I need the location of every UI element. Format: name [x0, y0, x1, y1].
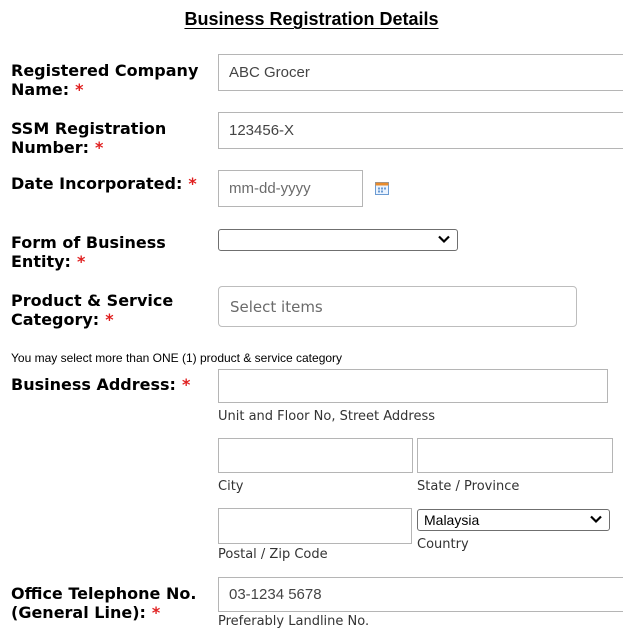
postal-code-input[interactable]: [218, 508, 412, 544]
telephone-label-line1: Office Telephone No.: [11, 584, 197, 603]
city-caption: City: [218, 479, 244, 494]
ssm-number-label: SSM Registration Number: *: [11, 119, 166, 157]
required-marker: *: [105, 310, 114, 329]
company-name-label-line2: Name:: [11, 80, 70, 99]
city-input[interactable]: [218, 438, 413, 473]
business-entity-label-line2: Entity:: [11, 252, 71, 271]
page-title: Business Registration Details: [184, 9, 439, 29]
company-name-label: Registered Company Name: *: [11, 61, 198, 99]
telephone-caption: Preferably Landline No.: [218, 614, 370, 629]
street-address-caption: Unit and Floor No, Street Address: [218, 409, 436, 424]
business-entity-select[interactable]: [218, 229, 458, 251]
state-input[interactable]: [417, 438, 613, 473]
date-placeholder: mm-dd-yyyy: [229, 180, 311, 197]
business-entity-label: Form of Business Entity: *: [11, 233, 166, 271]
telephone-label: Office Telephone No. (General Line): *: [11, 584, 196, 622]
state-caption: State / Province: [417, 479, 520, 494]
ssm-number-label-line1: SSM Registration: [11, 119, 167, 138]
category-label-line1: Product & Service: [11, 291, 174, 310]
company-name-input[interactable]: ABC Grocer: [218, 54, 623, 91]
chevron-down-icon: [438, 235, 450, 244]
category-note: You may select more than ONE (1) product…: [11, 351, 343, 365]
country-select[interactable]: Malaysia: [417, 509, 610, 531]
category-label-line2: Category:: [11, 310, 100, 329]
date-incorporated-label: Date Incorporated: *: [11, 174, 197, 193]
category-multiselect[interactable]: Select items: [218, 286, 577, 327]
telephone-label-line2: (General Line):: [11, 603, 146, 622]
required-marker: *: [76, 252, 86, 271]
ssm-number-value: 123456-X: [229, 122, 295, 139]
required-marker: *: [188, 174, 197, 193]
company-name-label-line1: Registered Company: [11, 61, 199, 80]
postal-code-caption: Postal / Zip Code: [218, 547, 328, 562]
telephone-value: 03-1234 5678: [229, 586, 322, 603]
calendar-icon[interactable]: [375, 181, 389, 195]
business-address-label: Business Address: *: [11, 375, 190, 394]
ssm-number-label-line2: Number:: [11, 138, 90, 157]
required-marker: *: [181, 375, 191, 394]
required-marker: *: [95, 138, 104, 157]
category-placeholder: Select items: [230, 298, 323, 316]
business-entity-label-line1: Form of Business: [11, 233, 166, 252]
category-label: Product & Service Category: *: [11, 291, 173, 329]
telephone-input[interactable]: 03-1234 5678: [218, 577, 623, 612]
date-incorporated-input[interactable]: mm-dd-yyyy: [218, 170, 363, 207]
street-address-input[interactable]: [218, 369, 608, 403]
country-caption: Country: [417, 537, 469, 552]
country-value: Malaysia: [424, 512, 480, 528]
business-address-label-text: Business Address:: [11, 375, 176, 394]
required-marker: *: [151, 603, 161, 622]
required-marker: *: [75, 80, 84, 99]
company-name-value: ABC Grocer: [229, 64, 310, 81]
ssm-number-input[interactable]: 123456-X: [218, 112, 623, 149]
date-incorporated-label-text: Date Incorporated:: [11, 174, 183, 193]
chevron-down-icon: [590, 515, 602, 524]
